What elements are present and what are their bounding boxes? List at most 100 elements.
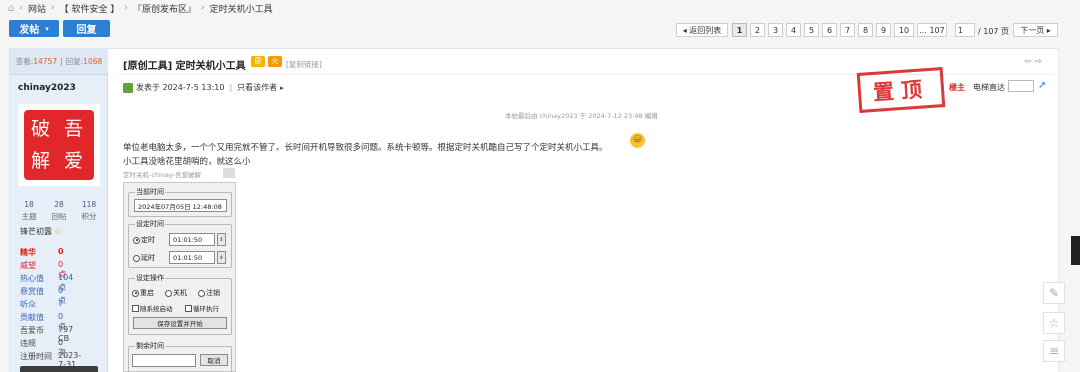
avatar[interactable]: 破 吾 解 爱 <box>18 104 100 186</box>
views-label: 查看: <box>15 57 34 66</box>
prop-listeners: 听众 7 <box>20 299 64 309</box>
breadcrumb: ⌂ › 网站 › 【 软件安全 】 › 『原创发布区』 › 定时关机小工具 <box>0 0 1080 16</box>
page-3-link[interactable]: 3 <box>768 23 783 37</box>
breadcrumb-separator: › <box>19 3 23 13</box>
menu-icon[interactable]: ≡ <box>1043 340 1065 362</box>
user-rank[interactable]: 锋芒初露 ✩ <box>20 226 61 237</box>
prop-register-date: 注册时间 2023-7-31 <box>20 351 82 369</box>
reply-button[interactable]: 回复 <box>63 20 110 37</box>
pinned-stamp: 置顶 <box>856 67 946 113</box>
page-last-link[interactable]: ... 107 <box>917 23 947 37</box>
threads-label: 主题 <box>21 212 37 221</box>
save-and-start-button[interactable]: 保存设置并开始 <box>133 317 227 329</box>
thread-stats: 查看: 14757 | 回复: 1068 <box>10 49 108 75</box>
floor-go-icon[interactable]: ➚ <box>1038 80 1046 91</box>
credits-count[interactable]: 118 <box>74 200 104 209</box>
page-6-link[interactable]: 6 <box>822 23 837 37</box>
remaining-time-group: 剩余时间 取消 <box>128 341 232 372</box>
page-2-link[interactable]: 2 <box>750 23 765 37</box>
delay-spin-icon[interactable]: ⇕ <box>217 251 226 264</box>
timed-spin-icon[interactable]: ⇕ <box>217 233 226 246</box>
page-number-input[interactable]: 1 <box>955 23 975 37</box>
smile-emoji-icon: 😀 <box>630 133 645 148</box>
logout-radio[interactable]: 注销 <box>198 288 220 298</box>
loop-checkbox[interactable]: 循环执行 <box>185 303 219 313</box>
star-icon: ✩ <box>54 227 62 236</box>
image-caption: 定时关机-chinay-吾爱破解 <box>123 171 202 179</box>
prop-bounty: 悬赏值 0 点 <box>20 286 66 305</box>
floor-jump-label: 电梯直达 <box>973 83 1005 92</box>
back-to-list-button[interactable]: ◂ 返回列表 <box>676 23 728 37</box>
restart-radio[interactable]: 重启 <box>132 288 154 298</box>
views-count: 14757 <box>33 57 58 66</box>
prop-contribution: 贡献值 0 点 <box>20 312 66 331</box>
breadcrumb-separator: › <box>124 3 128 13</box>
page-10-link[interactable]: 10 <box>894 23 914 37</box>
page-4-link[interactable]: 4 <box>786 23 801 37</box>
replies-count-user[interactable]: 28 <box>44 200 74 209</box>
timed-time-field[interactable]: 01:01:50 <box>169 233 215 246</box>
timed-radio[interactable]: 定时 <box>133 235 155 245</box>
prop-prestige: 威望 0 点 <box>20 260 66 279</box>
favorite-star-icon[interactable]: ☆ <box>1043 312 1065 334</box>
floor-jump-input[interactable] <box>1008 80 1034 92</box>
breadcrumb-item-section[interactable]: 【 软件安全 】 <box>60 2 120 15</box>
cancel-button[interactable]: 取消 <box>200 354 228 366</box>
next-page-button[interactable]: 下一页 ▸ <box>1013 23 1058 37</box>
home-icon[interactable]: ⌂ <box>8 3 14 14</box>
delay-radio[interactable]: 延时 <box>133 253 155 263</box>
credits-label: 积分 <box>81 212 97 221</box>
author-username[interactable]: chinay2023 <box>18 83 76 93</box>
avatar-logo: 破 吾 解 爱 <box>24 110 94 180</box>
page-total: / 107 页 <box>978 27 1010 36</box>
side-scroll-tab[interactable] <box>1071 236 1080 265</box>
op-label: 楼主 <box>949 83 965 92</box>
copy-link[interactable]: [复制链接] <box>286 59 322 70</box>
prop-enthusiasm: 热心值 104 点 <box>20 273 74 292</box>
page-7-link[interactable]: 7 <box>840 23 855 37</box>
replies-label-user: 回帖 <box>51 212 67 221</box>
threads-count[interactable]: 18 <box>14 200 44 209</box>
shutdown-radio[interactable]: 关机 <box>165 288 187 298</box>
replies-label: 回复: <box>65 57 84 66</box>
prev-next-thread-icon[interactable]: ⇦ ⇨ <box>1024 57 1042 67</box>
post-body-line-2: 小工具没啥花里胡哨的，就这么小 <box>123 157 251 167</box>
page-8-link[interactable]: 8 <box>858 23 873 37</box>
autostart-checkbox[interactable]: 随系统启动 <box>132 303 173 313</box>
breadcrumb-item-site[interactable]: 网站 <box>28 2 46 15</box>
page-1-link[interactable]: 1 <box>732 23 747 37</box>
thread-title: [原创工具] 定时关机小工具 <box>123 61 246 72</box>
original-badge-icon: 原 <box>251 56 265 67</box>
prop-violations: 违规 0 次 <box>20 338 66 357</box>
current-time-field: 2024年07月05日 12:48:08 <box>134 199 227 212</box>
breadcrumb-item-thread[interactable]: 定时关机小工具 <box>210 2 273 15</box>
set-time-group: 设定时间 定时 01:01:50 ⇕ 延时 01:01:50 ⇕ <box>128 219 232 268</box>
post-button[interactable]: 发帖 ▾ <box>9 20 59 37</box>
remaining-time-field <box>132 354 196 367</box>
arrow-right-icon: ▸ <box>280 83 284 92</box>
author-icon <box>123 82 133 93</box>
hot-badge-icon: 火 <box>268 56 282 67</box>
prop-essence: 精华 0 <box>20 247 64 257</box>
post-date: 发表于 2024-7-5 13:10 <box>136 83 225 92</box>
app-screenshot[interactable]: 当前时间 2024年07月05日 12:48:08 设定时间 定时 01:01:… <box>123 182 236 372</box>
current-time-group: 当前时间 2024年07月05日 12:48:08 <box>128 187 232 217</box>
page-9-link[interactable]: 9 <box>876 23 891 37</box>
dropdown-arrow-icon: ▾ <box>45 24 49 33</box>
only-author-link[interactable]: 只看该作者 <box>237 82 277 93</box>
post-meta: 发表于 2024-7-5 13:10 | 只看该作者 ▸ <box>123 82 284 93</box>
page-5-link[interactable]: 5 <box>804 23 819 37</box>
breadcrumb-separator: › <box>200 3 205 13</box>
action-group: 设定操作 重启 关机 注销 随系统启动 循环执行 保存设置并开始 <box>128 273 232 335</box>
breadcrumb-item-forum[interactable]: 『原创发布区』 <box>133 2 196 15</box>
edit-note: 本帖最后由 chinay2023 于 2024-7-12 23:48 编辑 <box>505 112 658 120</box>
caption-thumbnail[interactable] <box>223 168 235 178</box>
sidebar-action-button[interactable] <box>20 366 98 372</box>
post-body-line-1: 单位老电脑太多，一个个又用完就不管了。长时间开机导致很多问题。系统卡顿等。根据定… <box>123 143 608 153</box>
post-button-label: 发帖 <box>19 25 40 36</box>
prop-coins: 吾爱币 797 CB <box>20 325 74 343</box>
delay-time-field[interactable]: 01:01:50 <box>169 251 215 264</box>
edit-icon[interactable]: ✎ <box>1043 282 1065 304</box>
replies-count: 1068 <box>83 57 103 66</box>
breadcrumb-separator: › <box>50 3 55 13</box>
